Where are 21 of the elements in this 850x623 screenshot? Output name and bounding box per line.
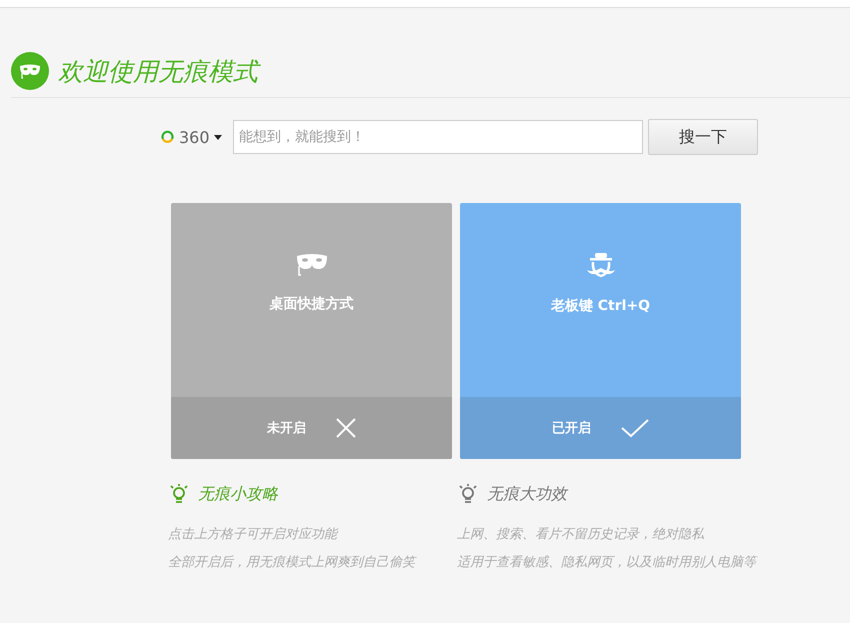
tip-text: 全部开启后，用无痕模式上网爽到自己偷笑 <box>168 554 415 572</box>
feature-tile[interactable]: 老板键 Ctrl+Q 已开启 <box>460 203 741 459</box>
caret-icon <box>214 134 222 140</box>
tip-text: 点击上方格子可开启对应功能 <box>168 526 337 544</box>
close-icon <box>336 418 356 438</box>
disguise-face-icon <box>586 253 616 279</box>
tip-text: 适用于查看敏感、隐私网页，以及临时用别人电脑等 <box>457 554 756 572</box>
status-label: 未开启 <box>267 420 306 437</box>
mask-logo-icon <box>11 52 49 90</box>
status-label: 已开启 <box>552 420 591 437</box>
tile-label: 老板键 Ctrl+Q <box>550 297 650 315</box>
check-icon <box>621 418 649 438</box>
search-button[interactable]: 搜一下 <box>648 119 758 155</box>
tile-label: 桌面快捷方式 <box>270 295 354 313</box>
tip-title: 无痕小攻略 <box>198 484 278 504</box>
mask-icon <box>296 253 328 277</box>
search-field[interactable]: 能想到，就能搜到！ <box>233 120 643 154</box>
tip-text: 上网、搜索、看片不留历史记录，绝对隐私 <box>457 526 704 544</box>
engine-logo-icon <box>161 130 175 144</box>
engine-selector[interactable]: 360 <box>161 128 233 146</box>
tip-title: 无痕大功效 <box>487 484 567 504</box>
